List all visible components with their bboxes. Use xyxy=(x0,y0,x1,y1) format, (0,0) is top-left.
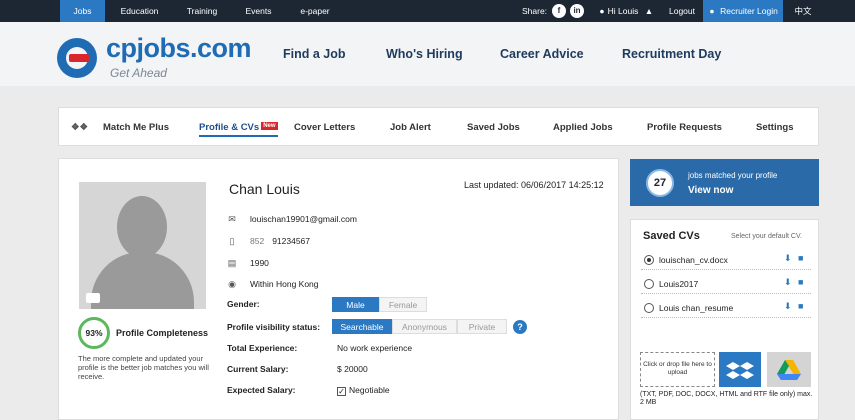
download-icon[interactable]: ⬇ xyxy=(784,277,792,288)
trash-icon[interactable]: ■ xyxy=(798,253,803,263)
logout-link[interactable]: Logout xyxy=(664,0,700,22)
experience-label: Total Experience: xyxy=(227,343,298,353)
expected-salary-value[interactable]: ✓ Negotiable xyxy=(337,385,390,396)
negotiable-checkbox[interactable]: ✓ xyxy=(337,387,346,396)
google-drive-icon xyxy=(777,360,801,380)
bell-icon[interactable]: ▲ xyxy=(642,0,656,22)
tab-training[interactable]: Training xyxy=(178,0,226,22)
visibility-searchable-option[interactable]: Searchable xyxy=(332,319,392,334)
logo-tagline: Get Ahead xyxy=(110,66,167,80)
phone-icon: ▯ xyxy=(229,236,235,246)
completeness-label: Profile Completeness xyxy=(116,328,209,338)
saved-cvs-panel: Saved CVs Select your default CV. louisc… xyxy=(630,219,819,420)
location-pin-icon: ◉ xyxy=(228,279,236,289)
cv-filename[interactable]: Louis chan_resume xyxy=(659,303,733,313)
download-icon[interactable]: ⬇ xyxy=(784,253,792,264)
current-salary-value: $ 20000 xyxy=(337,364,368,374)
tab-events[interactable]: Events xyxy=(236,0,281,22)
birth-year: 1990 xyxy=(250,258,269,268)
profile-name: Chan Louis xyxy=(229,181,300,197)
saved-cvs-title: Saved CVs xyxy=(643,230,700,242)
view-now-link[interactable]: View now xyxy=(688,185,733,196)
camera-icon[interactable] xyxy=(86,293,100,303)
cv-item[interactable]: Louis chan_resume ⬇ ■ xyxy=(641,298,811,318)
subnav-profile-requests[interactable]: Profile Requests xyxy=(647,122,722,133)
subnav-applied-jobs[interactable]: Applied Jobs xyxy=(553,122,613,133)
visibility-label: Profile visibility status: xyxy=(227,322,321,332)
tab-jobs[interactable]: Jobs xyxy=(60,0,105,22)
completeness-note: The more complete and updated your profi… xyxy=(78,354,209,381)
email-icon: ✉ xyxy=(228,214,236,224)
linkedin-icon[interactable]: in xyxy=(570,4,584,18)
user-greeting[interactable]: Hi Louis xyxy=(607,0,639,22)
subnav-saved-jobs[interactable]: Saved Jobs xyxy=(467,122,520,133)
help-icon[interactable]: ? xyxy=(513,320,527,334)
expected-salary-label: Expected Salary: xyxy=(227,385,296,395)
cv-default-radio[interactable] xyxy=(644,303,654,313)
subnav-match-me-plus[interactable]: Match Me Plus xyxy=(103,122,169,133)
facebook-icon[interactable]: f xyxy=(552,4,566,18)
saved-cvs-hint: Select your default CV. xyxy=(731,233,802,240)
jobs-matched-banner[interactable]: 27 jobs matched your profile View now xyxy=(630,159,819,206)
profile-card: 93% Profile Completeness The more comple… xyxy=(58,158,619,420)
experience-value: No work experience xyxy=(337,343,413,353)
gender-female-option[interactable]: Female xyxy=(379,297,427,312)
subnav-settings[interactable]: Settings xyxy=(756,122,793,133)
cv-filename[interactable]: louischan_cv.docx xyxy=(659,255,728,265)
phone-number: 91234567 xyxy=(272,236,311,246)
subnav-profile-cvs[interactable]: Profile & CVs New xyxy=(199,122,278,137)
upload-dropzone[interactable]: Click or drop file here to upload xyxy=(640,352,715,387)
phone-code: 852 xyxy=(250,236,265,246)
nav-recruitment-day[interactable]: Recruitment Day xyxy=(622,47,721,61)
phone-value: 852 91234567 xyxy=(250,236,310,246)
dropbox-upload-button[interactable] xyxy=(719,352,761,387)
logo-text[interactable]: cpjobs.com xyxy=(106,33,252,64)
cv-item[interactable]: Louis2017 ⬇ ■ xyxy=(641,274,811,294)
google-drive-upload-button[interactable] xyxy=(767,352,811,387)
subnav-profile-cvs-label: Profile & CVs xyxy=(199,122,260,133)
profile-photo[interactable] xyxy=(79,182,206,309)
jobs-matched-text: jobs matched your profile xyxy=(688,171,778,180)
trash-icon[interactable]: ■ xyxy=(798,301,803,311)
nav-whos-hiring[interactable]: Who's Hiring xyxy=(386,47,463,61)
current-salary-label: Current Salary: xyxy=(227,364,289,374)
profile-subnav: ❖❖ Match Me Plus Profile & CVs New Cover … xyxy=(58,107,819,146)
recruiter-login-label: Recruiter Login xyxy=(720,6,778,16)
tab-epaper[interactable]: e-paper xyxy=(290,0,340,22)
email-value: louischan19901@gmail.com xyxy=(250,214,357,224)
language-toggle[interactable]: 中文 xyxy=(791,0,815,22)
logo-icon[interactable] xyxy=(57,38,97,78)
location-value: Within Hong Kong xyxy=(250,279,319,289)
site-header: cpjobs.com Get Ahead Find a Job Who's Hi… xyxy=(0,22,855,86)
recruiter-icon: ● xyxy=(709,6,715,16)
cv-item[interactable]: louischan_cv.docx ⬇ ■ xyxy=(641,250,811,270)
visibility-anonymous-option[interactable]: Anonymous xyxy=(392,319,457,334)
cv-default-radio[interactable] xyxy=(644,279,654,289)
nav-career-advice[interactable]: Career Advice xyxy=(500,47,584,61)
share-label: Share: xyxy=(522,6,548,16)
download-icon[interactable]: ⬇ xyxy=(784,301,792,312)
file-types-note: (TXT, PDF, DOC, DOCX, HTML and RTF file … xyxy=(640,391,813,406)
completeness-ring: 93% xyxy=(78,317,110,349)
last-updated: Last updated: 06/06/2017 14:25:12 xyxy=(464,180,604,190)
gender-label: Gender: xyxy=(227,299,260,309)
cv-filename[interactable]: Louis2017 xyxy=(659,279,698,289)
gender-male-option[interactable]: Male xyxy=(332,297,379,312)
trash-icon[interactable]: ■ xyxy=(798,277,803,287)
tab-education[interactable]: Education xyxy=(112,0,167,22)
negotiable-label: Negotiable xyxy=(349,385,390,395)
user-icon: ● xyxy=(599,6,605,16)
subnav-job-alert[interactable]: Job Alert xyxy=(390,122,431,133)
recruiter-login-button[interactable]: ● Recruiter Login xyxy=(703,0,783,22)
subnav-cover-letters[interactable]: Cover Letters xyxy=(294,122,355,133)
puzzle-icon: ❖❖ xyxy=(71,122,89,133)
new-badge: New xyxy=(261,122,278,130)
nav-find-a-job[interactable]: Find a Job xyxy=(283,47,346,61)
top-bar: Jobs Education Training Events e-paper S… xyxy=(0,0,855,22)
visibility-private-option[interactable]: Private xyxy=(457,319,507,334)
birthday-cake-icon: ▤ xyxy=(227,258,237,268)
cv-default-radio[interactable] xyxy=(644,255,654,265)
dropbox-icon xyxy=(726,362,754,379)
jobs-matched-count: 27 xyxy=(646,169,674,197)
